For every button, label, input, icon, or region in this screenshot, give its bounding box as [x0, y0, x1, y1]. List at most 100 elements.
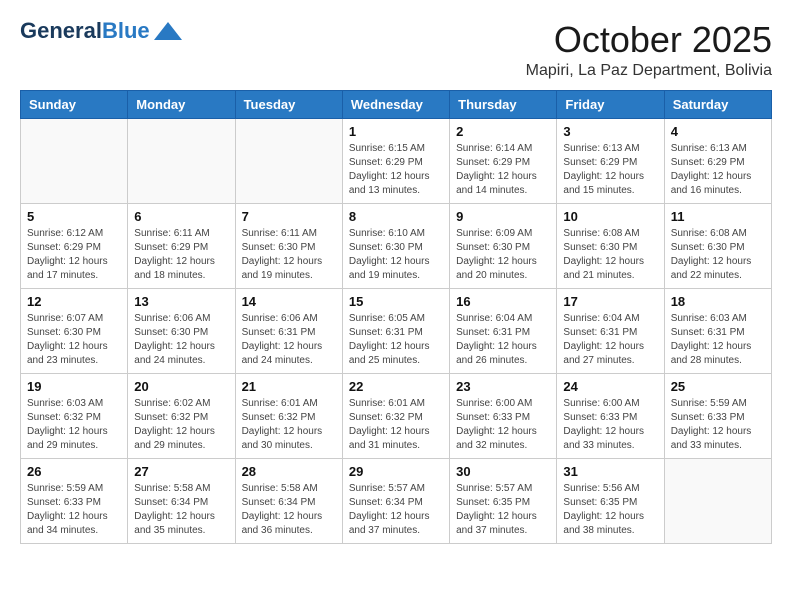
- table-row: 28Sunrise: 5:58 AMSunset: 6:34 PMDayligh…: [235, 458, 342, 543]
- day-number: 1: [349, 124, 443, 139]
- day-info: Sunrise: 6:06 AMSunset: 6:30 PMDaylight:…: [134, 312, 228, 368]
- col-friday: Friday: [557, 90, 664, 118]
- logo-text: GeneralBlue: [20, 20, 150, 42]
- day-number: 11: [671, 209, 765, 224]
- day-number: 25: [671, 379, 765, 394]
- table-row: 19 Sunrise: 6:03 AMSunset: 6:32 PMDayligh…: [21, 373, 128, 458]
- day-info: Sunrise: 5:59 AMSunset: 6:33 PMDaylight:…: [671, 397, 765, 453]
- table-row: 6Sunrise: 6:11 AMSunset: 6:29 PMDaylight…: [128, 203, 235, 288]
- table-row: [664, 458, 771, 543]
- table-row: 31 Sunrise: 5:56 AMSunset: 6:35 PMDayligh…: [557, 458, 664, 543]
- table-row: 1 Sunrise: 6:15 AMSunset: 6:29 PMDaylight…: [342, 118, 449, 203]
- day-info: Sunrise: 6:00 AMSunset: 6:33 PMDaylight:…: [563, 397, 657, 453]
- table-row: 3Sunrise: 6:13 AMSunset: 6:29 PMDaylight…: [557, 118, 664, 203]
- day-number: 16: [456, 294, 550, 309]
- day-info: Sunrise: 6:02 AMSunset: 6:32 PMDaylight:…: [134, 397, 228, 453]
- day-info: Sunrise: 5:56 AMSunset: 6:35 PMDaylight:…: [563, 482, 657, 538]
- day-info: Sunrise: 5:57 AMSunset: 6:34 PMDaylight:…: [349, 482, 443, 538]
- table-row: 7 Sunrise: 6:11 AMSunset: 6:30 PMDaylight…: [235, 203, 342, 288]
- day-info: Sunrise: 6:10 AMSunset: 6:30 PMDaylight:…: [349, 227, 443, 283]
- day-number: 7: [242, 209, 336, 224]
- day-number: 5: [27, 209, 121, 224]
- day-info: Sunrise: 6:13 AMSunset: 6:29 PMDaylight:…: [671, 142, 765, 198]
- table-row: 13 Sunrise: 6:06 AMSunset: 6:30 PMDayligh…: [128, 288, 235, 373]
- table-row: 26 Sunrise: 5:59 AMSunset: 6:33 PMDayligh…: [21, 458, 128, 543]
- logo: GeneralBlue: [20, 20, 182, 42]
- day-info: Sunrise: 6:15 AMSunset: 6:29 PMDaylight:…: [349, 142, 443, 198]
- day-number: 27: [134, 464, 228, 479]
- table-row: 20 Sunrise: 6:02 AMSunset: 6:32 PMDayligh…: [128, 373, 235, 458]
- col-sunday: Sunday: [21, 90, 128, 118]
- day-info: Sunrise: 5:58 AMSunset: 6:34 PMDaylight:…: [134, 482, 228, 538]
- col-thursday: Thursday: [450, 90, 557, 118]
- day-number: 4: [671, 124, 765, 139]
- table-row: [21, 118, 128, 203]
- day-number: 20: [134, 379, 228, 394]
- day-number: 10: [563, 209, 657, 224]
- day-number: 9: [456, 209, 550, 224]
- day-info: Sunrise: 6:14 AMSunset: 6:29 PMDaylight:…: [456, 142, 550, 198]
- table-row: 2 Sunrise: 6:14 AMSunset: 6:29 PMDaylight…: [450, 118, 557, 203]
- calendar-header-row: Sunday Monday Tuesday Wednesday Thursday…: [21, 90, 772, 118]
- col-saturday: Saturday: [664, 90, 771, 118]
- day-info: Sunrise: 6:03 AMSunset: 6:32 PMDaylight:…: [27, 397, 121, 453]
- col-monday: Monday: [128, 90, 235, 118]
- day-info: Sunrise: 6:07 AMSunset: 6:30 PMDaylight:…: [27, 312, 121, 368]
- day-info: Sunrise: 5:59 AMSunset: 6:33 PMDaylight:…: [27, 482, 121, 538]
- day-info: Sunrise: 6:04 AMSunset: 6:31 PMDaylight:…: [456, 312, 550, 368]
- col-tuesday: Tuesday: [235, 90, 342, 118]
- table-row: 23 Sunrise: 6:00 AMSunset: 6:33 PMDayligh…: [450, 373, 557, 458]
- day-number: 23: [456, 379, 550, 394]
- day-number: 18: [671, 294, 765, 309]
- day-info: Sunrise: 6:13 AMSunset: 6:29 PMDaylight:…: [563, 142, 657, 198]
- day-info: Sunrise: 6:09 AMSunset: 6:30 PMDaylight:…: [456, 227, 550, 283]
- day-number: 29: [349, 464, 443, 479]
- month-year: October 2025: [526, 20, 772, 60]
- table-row: 17 Sunrise: 6:04 AMSunset: 6:31 PMDayligh…: [557, 288, 664, 373]
- title-section: October 2025 Mapiri, La Paz Department, …: [526, 20, 772, 80]
- day-info: Sunrise: 6:01 AMSunset: 6:32 PMDaylight:…: [349, 397, 443, 453]
- table-row: 11Sunrise: 6:08 AMSunset: 6:30 PMDayligh…: [664, 203, 771, 288]
- table-row: 10 Sunrise: 6:08 AMSunset: 6:30 PMDayligh…: [557, 203, 664, 288]
- day-number: 28: [242, 464, 336, 479]
- day-number: 14: [242, 294, 336, 309]
- location: Mapiri, La Paz Department, Bolivia: [526, 62, 772, 80]
- day-number: 21: [242, 379, 336, 394]
- table-row: 14 Sunrise: 6:06 AMSunset: 6:31 PMDayligh…: [235, 288, 342, 373]
- page-header: GeneralBlue October 2025 Mapiri, La Paz …: [20, 20, 772, 80]
- day-number: 19: [27, 379, 121, 394]
- day-info: Sunrise: 6:05 AMSunset: 6:31 PMDaylight:…: [349, 312, 443, 368]
- table-row: [235, 118, 342, 203]
- table-row: 9 Sunrise: 6:09 AMSunset: 6:30 PMDaylight…: [450, 203, 557, 288]
- day-info: Sunrise: 6:08 AMSunset: 6:30 PMDaylight:…: [563, 227, 657, 283]
- table-row: 12Sunrise: 6:07 AMSunset: 6:30 PMDayligh…: [21, 288, 128, 373]
- day-number: 22: [349, 379, 443, 394]
- calendar-week-row: 12Sunrise: 6:07 AMSunset: 6:30 PMDayligh…: [21, 288, 772, 373]
- day-info: Sunrise: 6:06 AMSunset: 6:31 PMDaylight:…: [242, 312, 336, 368]
- table-row: [128, 118, 235, 203]
- calendar-table: Sunday Monday Tuesday Wednesday Thursday…: [20, 90, 772, 544]
- day-info: Sunrise: 6:11 AMSunset: 6:29 PMDaylight:…: [134, 227, 228, 283]
- day-info: Sunrise: 6:11 AMSunset: 6:30 PMDaylight:…: [242, 227, 336, 283]
- table-row: 15 Sunrise: 6:05 AMSunset: 6:31 PMDayligh…: [342, 288, 449, 373]
- table-row: 22 Sunrise: 6:01 AMSunset: 6:32 PMDayligh…: [342, 373, 449, 458]
- day-number: 2: [456, 124, 550, 139]
- calendar-week-row: 1 Sunrise: 6:15 AMSunset: 6:29 PMDaylight…: [21, 118, 772, 203]
- day-info: Sunrise: 6:03 AMSunset: 6:31 PMDaylight:…: [671, 312, 765, 368]
- table-row: 29 Sunrise: 5:57 AMSunset: 6:34 PMDayligh…: [342, 458, 449, 543]
- day-number: 17: [563, 294, 657, 309]
- day-number: 31: [563, 464, 657, 479]
- day-number: 8: [349, 209, 443, 224]
- table-row: 18 Sunrise: 6:03 AMSunset: 6:31 PMDayligh…: [664, 288, 771, 373]
- day-info: Sunrise: 6:04 AMSunset: 6:31 PMDaylight:…: [563, 312, 657, 368]
- table-row: 25 Sunrise: 5:59 AMSunset: 6:33 PMDayligh…: [664, 373, 771, 458]
- table-row: 24Sunrise: 6:00 AMSunset: 6:33 PMDayligh…: [557, 373, 664, 458]
- day-info: Sunrise: 6:00 AMSunset: 6:33 PMDaylight:…: [456, 397, 550, 453]
- col-wednesday: Wednesday: [342, 90, 449, 118]
- calendar-week-row: 19 Sunrise: 6:03 AMSunset: 6:32 PMDayligh…: [21, 373, 772, 458]
- day-info: Sunrise: 6:01 AMSunset: 6:32 PMDaylight:…: [242, 397, 336, 453]
- day-number: 13: [134, 294, 228, 309]
- day-info: Sunrise: 6:12 AMSunset: 6:29 PMDaylight:…: [27, 227, 121, 283]
- day-number: 26: [27, 464, 121, 479]
- day-number: 15: [349, 294, 443, 309]
